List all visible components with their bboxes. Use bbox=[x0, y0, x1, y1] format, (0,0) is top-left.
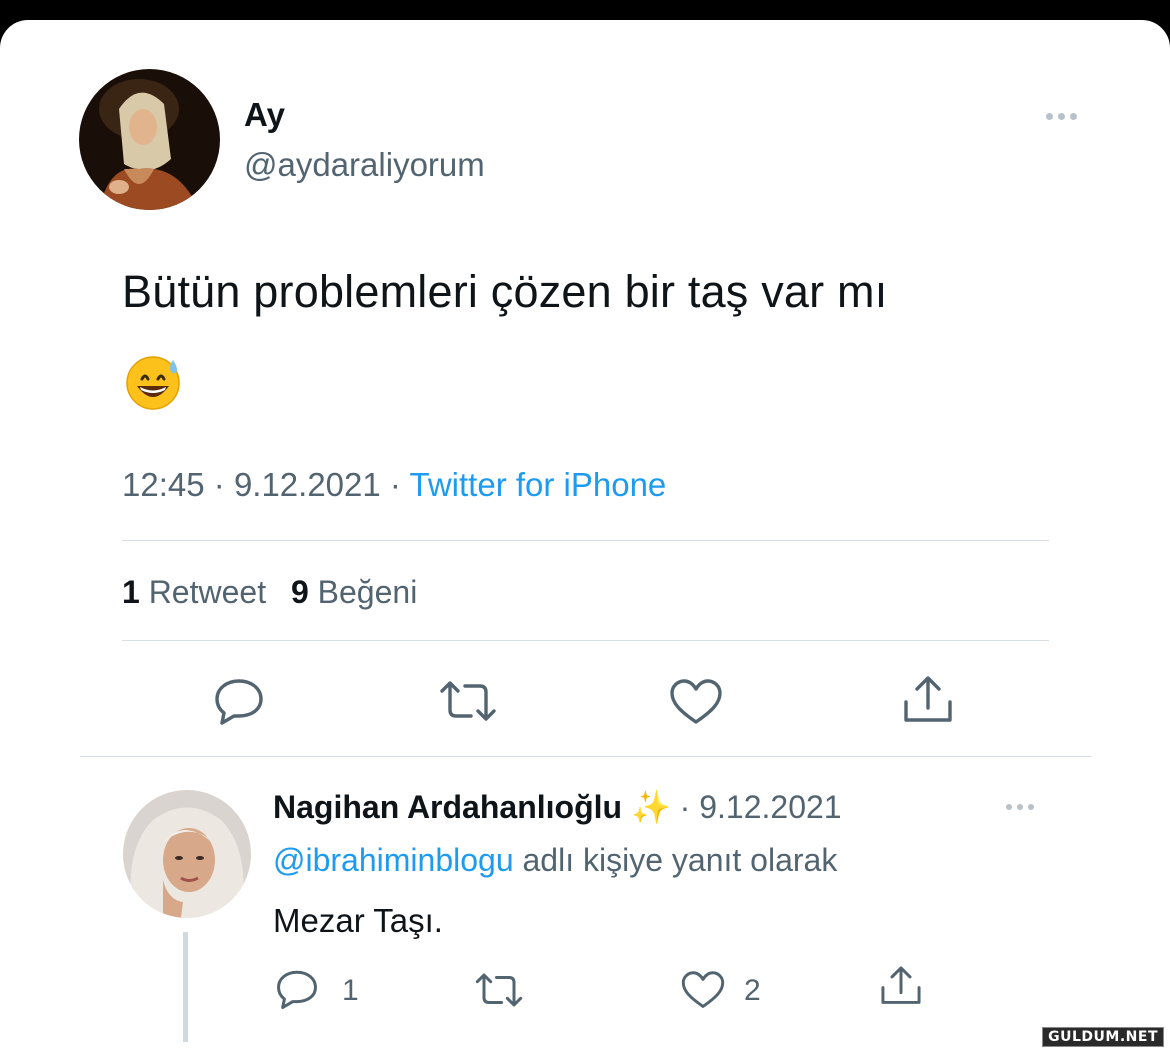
like-label: Beğeni bbox=[317, 574, 418, 610]
tweet-text: Bütün problemleri çözen bir taş var mı bbox=[122, 266, 888, 317]
tweet-date[interactable]: 9.12.2021 bbox=[234, 466, 381, 503]
like-stat[interactable]: 9 Beğeni bbox=[291, 574, 417, 610]
tweet-stats: 1 Retweet 9 Beğeni bbox=[122, 574, 417, 611]
more-dots-icon[interactable] bbox=[1046, 113, 1077, 120]
reply-to-line: @ibrahiminblogu adlı kişiye yanıt olarak bbox=[273, 842, 837, 879]
reply-to-handle[interactable]: @ibrahiminblogu bbox=[273, 842, 514, 878]
author-display-name[interactable]: Ay bbox=[244, 96, 285, 134]
tweet-source-link[interactable]: Twitter for iPhone bbox=[410, 466, 667, 503]
divider bbox=[122, 540, 1049, 541]
reply-more-dots-icon[interactable] bbox=[1006, 804, 1034, 810]
reply-text: Mezar Taşı. bbox=[273, 902, 443, 939]
site-watermark: GULDUM.NET bbox=[1042, 1027, 1164, 1047]
reply-icon[interactable] bbox=[212, 676, 266, 726]
divider bbox=[80, 756, 1092, 757]
author-avatar[interactable] bbox=[79, 69, 220, 210]
retweet-label: Retweet bbox=[148, 574, 267, 610]
author-handle[interactable]: @aydaraliyorum bbox=[244, 146, 485, 184]
reply-share-icon[interactable] bbox=[878, 964, 924, 1008]
retweet-icon[interactable] bbox=[438, 678, 498, 724]
retweet-stat[interactable]: 1 Retweet bbox=[122, 574, 275, 610]
reply-reply-count: 1 bbox=[342, 974, 359, 1007]
reply-reply-icon[interactable] bbox=[274, 968, 320, 1010]
reply-retweet-icon[interactable] bbox=[474, 970, 524, 1010]
like-icon[interactable] bbox=[668, 678, 724, 726]
thread-line bbox=[183, 932, 188, 1042]
sparkles-icon: ✨ bbox=[630, 789, 671, 825]
reply-author-avatar[interactable] bbox=[123, 790, 251, 918]
tweet-meta: 12:45 · 9.12.2021 · Twitter for iPhone bbox=[122, 466, 666, 504]
tweet-time: 12:45 bbox=[122, 466, 205, 503]
reply-author-name[interactable]: Nagihan Ardahanlıoğlu bbox=[273, 789, 622, 825]
reply-like-count: 2 bbox=[744, 974, 761, 1007]
reply-like-icon[interactable] bbox=[680, 970, 726, 1010]
retweet-count: 1 bbox=[122, 574, 140, 610]
grinning-face-with-sweat-icon bbox=[124, 352, 184, 417]
reply-to-text: adlı kişiye yanıt olarak bbox=[522, 842, 838, 878]
divider bbox=[122, 640, 1049, 641]
reply-header: Nagihan Ardahanlıoğlu ✨ · 9.12.2021 bbox=[273, 788, 842, 826]
share-icon[interactable] bbox=[900, 674, 956, 726]
like-count: 9 bbox=[290, 574, 309, 610]
meta-separator: · bbox=[389, 466, 401, 503]
reply-date[interactable]: · 9.12.2021 bbox=[680, 789, 842, 825]
tweet-card: Ay @aydaraliyorum Bütün problemleri çöze… bbox=[0, 20, 1170, 1051]
meta-separator: · bbox=[213, 466, 225, 503]
